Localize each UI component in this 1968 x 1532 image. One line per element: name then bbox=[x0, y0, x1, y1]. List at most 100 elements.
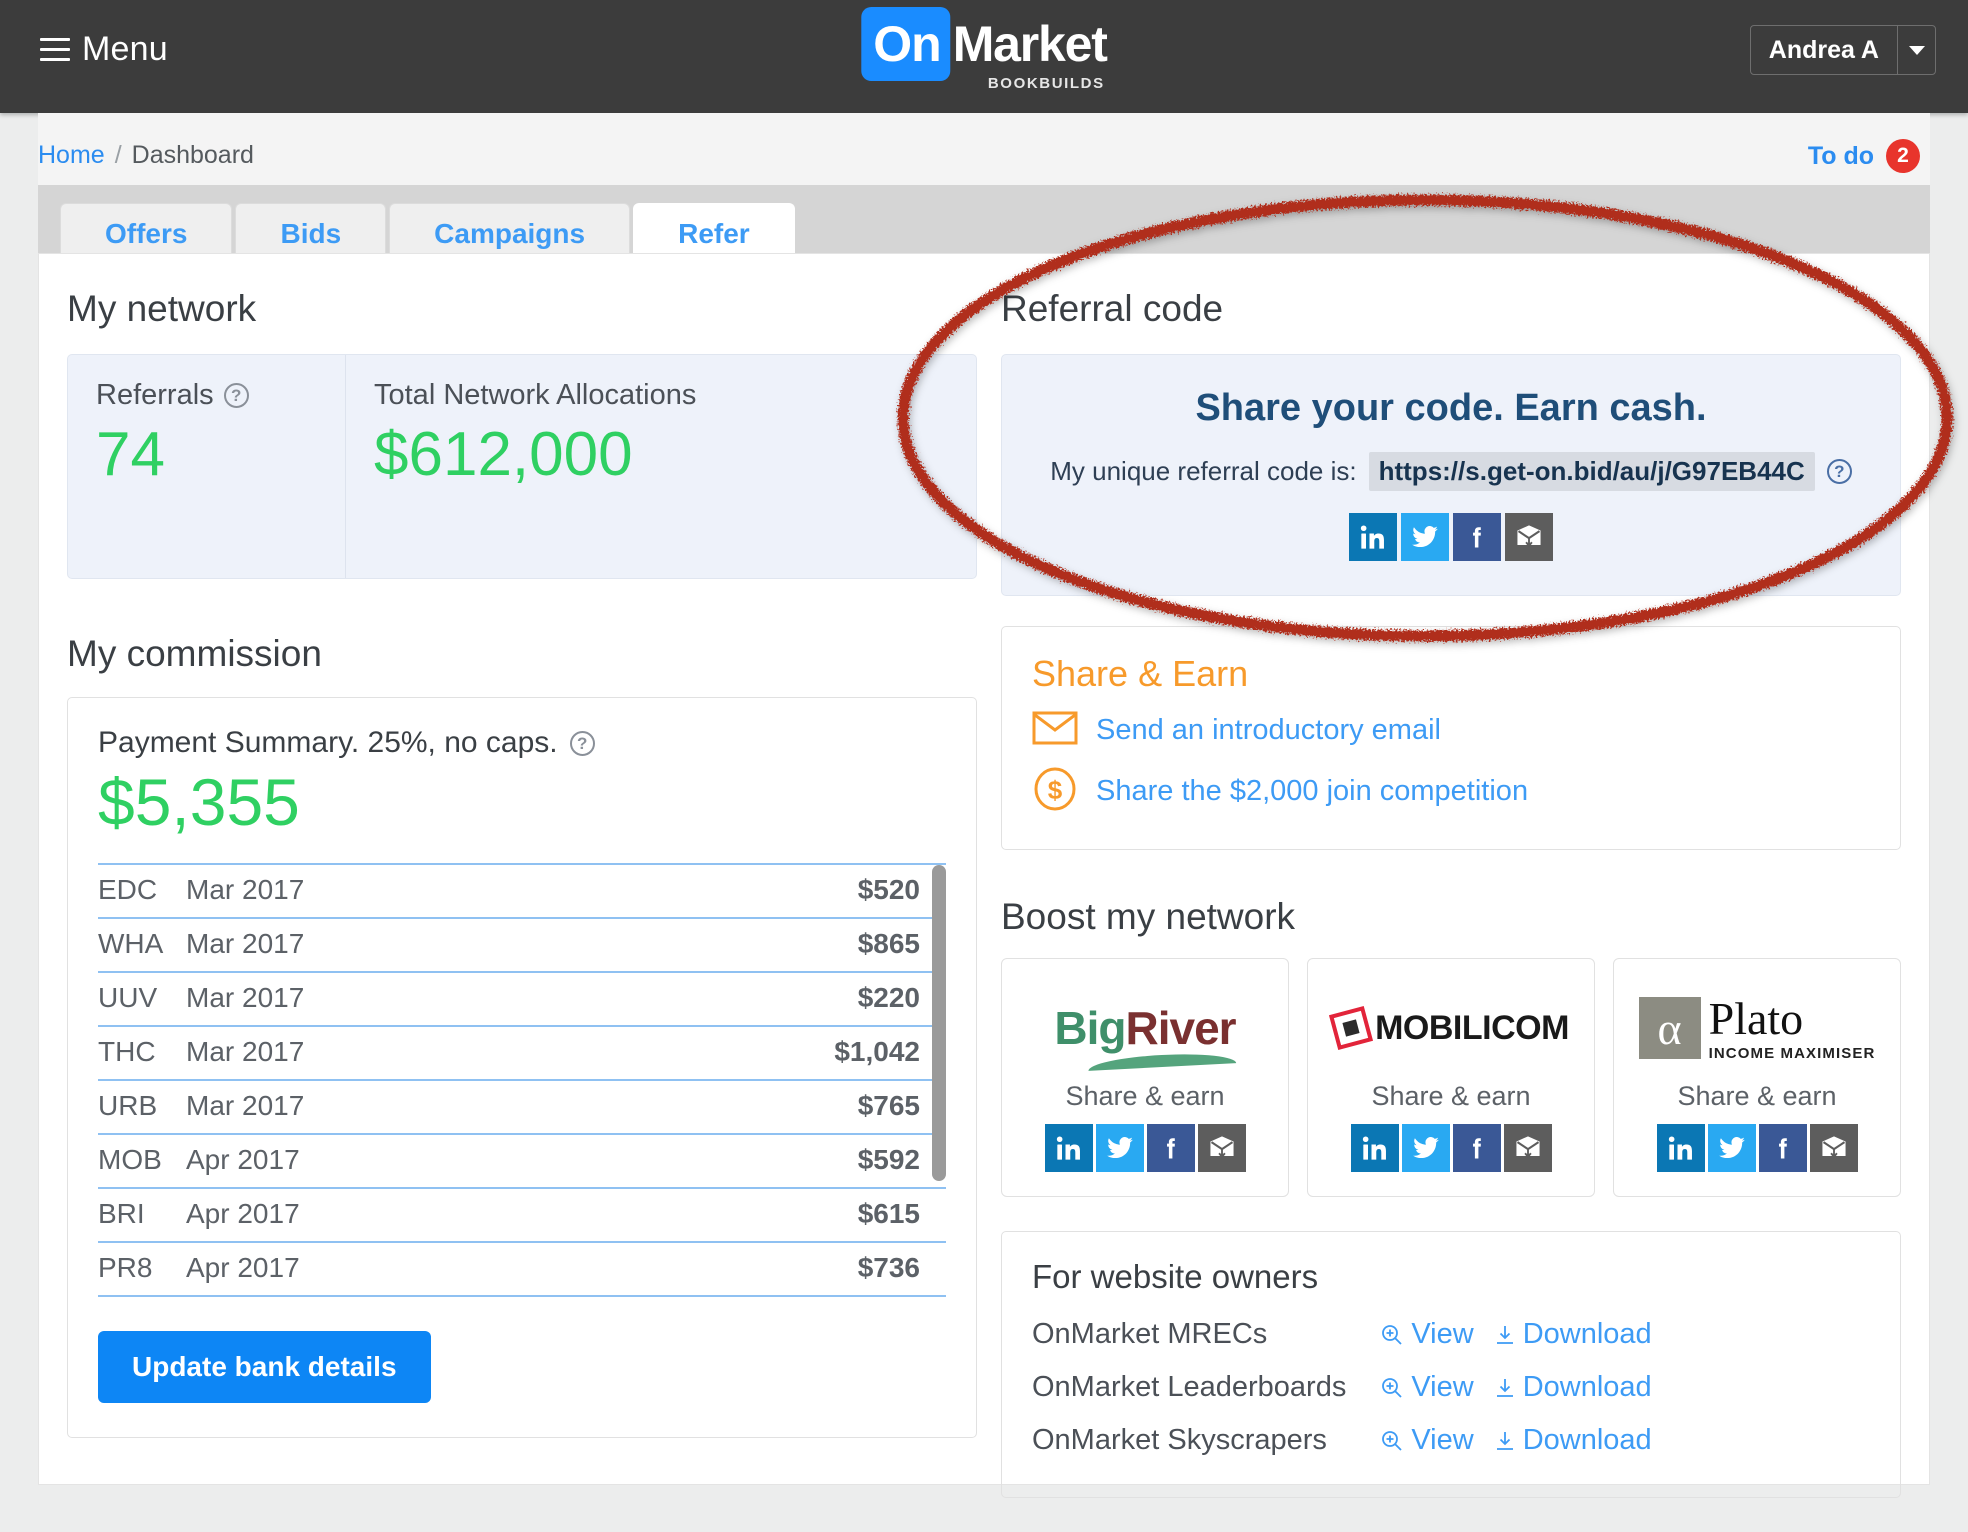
table-row[interactable]: THC Mar 2017 $1,042 bbox=[98, 1025, 946, 1080]
referral-code-title: Referral code bbox=[1001, 288, 1224, 329]
share-link-row: Send an introductory email bbox=[1032, 711, 1870, 750]
twitter-icon[interactable] bbox=[1401, 1124, 1450, 1172]
boost-card-bigriver[interactable]: BigRiver Share & earn bbox=[1001, 958, 1289, 1197]
boost-caption: Share & earn bbox=[1677, 1081, 1837, 1111]
left-column: My network Referrals ? 74 Total Network … bbox=[67, 254, 977, 1438]
bigriver-swoosh bbox=[1088, 1051, 1237, 1071]
send-intro-email-link[interactable]: Send an introductory email bbox=[1096, 714, 1441, 747]
table-row: OnMarket Skyscrapers View Download bbox=[1032, 1414, 1652, 1467]
twitter-icon[interactable] bbox=[1095, 1124, 1144, 1172]
plato-tagline: INCOME MAXIMISER bbox=[1708, 1044, 1876, 1062]
view-label: View bbox=[1411, 1424, 1474, 1456]
referral-headline: Share your code. Earn cash. bbox=[1195, 387, 1707, 429]
stat-total-allocations: Total Network Allocations $612,000 bbox=[346, 355, 724, 578]
update-bank-details-button[interactable]: Update bank details bbox=[98, 1330, 431, 1403]
twitter-icon[interactable] bbox=[1707, 1124, 1756, 1172]
row-date: Mar 2017 bbox=[186, 873, 305, 905]
download-link[interactable]: Download bbox=[1494, 1318, 1652, 1351]
facebook-icon[interactable] bbox=[1146, 1124, 1195, 1172]
table-row[interactable]: EDC Mar 2017 $520 bbox=[98, 863, 946, 918]
facebook-icon[interactable] bbox=[1452, 1124, 1501, 1172]
email-icon[interactable] bbox=[1197, 1124, 1246, 1172]
website-owners-title: For website owners bbox=[1032, 1258, 1319, 1295]
download-link[interactable]: Download bbox=[1494, 1424, 1652, 1457]
row-amount: $736 bbox=[857, 1251, 920, 1283]
mobilicom-mark bbox=[1329, 1005, 1374, 1051]
refer-panel: My network Referrals ? 74 Total Network … bbox=[38, 253, 1930, 1498]
view-link[interactable]: View bbox=[1380, 1318, 1474, 1351]
help-icon[interactable]: ? bbox=[1826, 459, 1852, 484]
boost-social-buttons bbox=[1350, 1124, 1552, 1172]
boost-card-mobilicom[interactable]: MOBILICOM Share & earn bbox=[1307, 958, 1595, 1197]
commission-card: Payment Summary. 25%, no caps. ? $5,355 … bbox=[67, 697, 977, 1438]
row-date: Apr 2017 bbox=[186, 1143, 300, 1175]
mobilicom-name: MOBILICOM bbox=[1375, 1008, 1569, 1047]
logo-subtitle: BOOKBUILDS bbox=[987, 75, 1105, 92]
download-link[interactable]: Download bbox=[1494, 1371, 1652, 1404]
breadcrumb-separator: / bbox=[114, 141, 122, 169]
boost-network-title: Boost my network bbox=[1001, 896, 1296, 937]
linkedin-icon[interactable] bbox=[1350, 1124, 1399, 1172]
row-code: PR8 bbox=[98, 1251, 153, 1283]
email-icon[interactable] bbox=[1503, 1124, 1552, 1172]
todo-indicator[interactable]: To do 2 bbox=[1808, 139, 1920, 173]
stat-total-allocations-label: Total Network Allocations bbox=[374, 379, 697, 411]
tab-strip: Offers Bids Campaigns Refer bbox=[38, 185, 1930, 266]
website-owners-card: For website owners OnMarket MRECs View D… bbox=[1001, 1231, 1901, 1498]
email-icon[interactable] bbox=[1809, 1124, 1858, 1172]
linkedin-icon[interactable] bbox=[1044, 1124, 1093, 1172]
user-menu[interactable]: Andrea A bbox=[1749, 25, 1936, 75]
row-date: Mar 2017 bbox=[186, 981, 305, 1013]
table-row[interactable]: PR8 Apr 2017 $736 bbox=[98, 1241, 946, 1296]
row-code: URB bbox=[98, 1089, 158, 1121]
share-join-competition-link[interactable]: Share the $2,000 join competition bbox=[1096, 775, 1528, 808]
envelope-icon bbox=[1032, 711, 1078, 750]
page-container: Home / Dashboard To do 2 Offers Bids Campa… bbox=[38, 113, 1930, 1498]
breadcrumb-current: Dashboard bbox=[131, 141, 254, 169]
menu-button[interactable]: Menu bbox=[40, 30, 168, 69]
breadcrumb-home-link[interactable]: Home bbox=[38, 141, 105, 169]
onmarket-logo[interactable]: On Market BOOKBUILDS bbox=[861, 7, 1108, 105]
row-date: Apr 2017 bbox=[186, 1251, 300, 1283]
facebook-icon[interactable] bbox=[1453, 513, 1501, 561]
commission-table: EDC Mar 2017 $520 WHA Mar 2017 $865 UUV bbox=[98, 863, 946, 1297]
row-amount: $592 bbox=[857, 1143, 920, 1175]
hamburger-icon bbox=[40, 38, 70, 61]
commission-amount: $5,355 bbox=[98, 765, 300, 839]
linkedin-icon[interactable] bbox=[1656, 1124, 1705, 1172]
todo-label: To do bbox=[1807, 141, 1874, 170]
linkedin-icon[interactable] bbox=[1349, 513, 1397, 561]
twitter-icon[interactable] bbox=[1401, 513, 1449, 561]
row-date: Mar 2017 bbox=[186, 1089, 305, 1121]
logo-on-text: On bbox=[861, 7, 951, 81]
table-row[interactable]: URB Mar 2017 $765 bbox=[98, 1079, 946, 1134]
table-scrollbar[interactable] bbox=[932, 864, 946, 1181]
referral-url[interactable]: https://s.get-on.bid/au/j/G97EB44C bbox=[1368, 452, 1815, 491]
boost-caption: Share & earn bbox=[1371, 1081, 1531, 1111]
help-icon[interactable]: ? bbox=[569, 730, 595, 756]
asset-name: OnMarket Skyscrapers bbox=[1032, 1424, 1327, 1456]
my-network-title: My network bbox=[67, 288, 257, 329]
plato-alpha-mark: α bbox=[1638, 997, 1701, 1059]
view-link[interactable]: View bbox=[1380, 1424, 1474, 1457]
dollar-coin-icon: $ bbox=[1032, 766, 1078, 817]
help-icon[interactable]: ? bbox=[223, 383, 249, 408]
view-link[interactable]: View bbox=[1380, 1371, 1474, 1404]
stat-referrals-label: Referrals bbox=[96, 379, 214, 411]
right-column: Referral code Share your code. Earn cash… bbox=[1001, 254, 1901, 1498]
user-menu-toggle[interactable] bbox=[1897, 26, 1935, 74]
download-icon bbox=[1496, 1431, 1513, 1450]
logo-market-text: Market bbox=[952, 16, 1108, 72]
table-row[interactable]: MOB Apr 2017 $592 bbox=[98, 1133, 946, 1188]
bigriver-logo: BigRiver bbox=[1054, 985, 1237, 1071]
facebook-icon[interactable] bbox=[1758, 1124, 1807, 1172]
share-link-row: $ Share the $2,000 join competition bbox=[1032, 766, 1870, 817]
boost-card-plato[interactable]: α Plato INCOME MAXIMISER Share & earn bbox=[1613, 958, 1901, 1197]
row-date: Mar 2017 bbox=[186, 927, 305, 959]
table-row[interactable]: UUV Mar 2017 $220 bbox=[98, 971, 946, 1026]
table-row[interactable]: WHA Mar 2017 $865 bbox=[98, 917, 946, 972]
table-row[interactable]: BRI Apr 2017 $615 bbox=[98, 1187, 946, 1242]
row-amount: $1,042 bbox=[834, 1035, 920, 1067]
boost-caption: Share & earn bbox=[1065, 1081, 1225, 1111]
email-icon[interactable] bbox=[1505, 513, 1553, 561]
